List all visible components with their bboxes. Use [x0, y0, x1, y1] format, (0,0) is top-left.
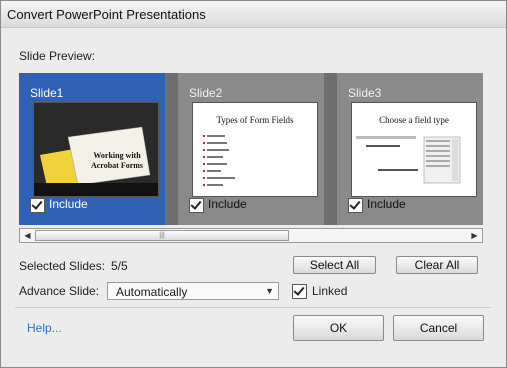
slide-preview-image: Types of Form Fields [192, 102, 318, 197]
slide-thumbnail-1[interactable]: Slide1 Working with Acrobat Forms Includ… [19, 73, 165, 225]
dialog-title: Convert PowerPoint Presentations [7, 7, 206, 22]
include-checkbox[interactable] [189, 198, 204, 213]
slide-name: Slide1 [30, 86, 64, 100]
select-all-button[interactable]: Select All [293, 256, 376, 274]
slide-3-artwork [356, 136, 461, 184]
advance-slide-value: Automatically [116, 285, 188, 299]
slide-bullets-graphic [203, 135, 235, 186]
clear-all-button[interactable]: Clear All [396, 256, 478, 274]
slide-preview-image: Choose a field type [351, 102, 477, 197]
include-label: Include [208, 197, 247, 211]
footer-divider [15, 307, 491, 308]
title-bar[interactable]: Convert PowerPoint Presentations [1, 1, 506, 28]
slide-name: Slide2 [189, 86, 223, 100]
slide-horizontal-scrollbar[interactable]: ◀ ||| ▶ [19, 228, 483, 243]
include-label: Include [367, 197, 406, 211]
slide-heading: Types of Form Fields [216, 115, 294, 125]
scroll-right-icon[interactable]: ▶ [467, 229, 482, 242]
slide-name: Slide3 [348, 86, 382, 100]
slide-thumbnail-2[interactable]: Slide2 Types of Form Fields Include [178, 73, 324, 225]
slide-preview-image: Working with Acrobat Forms [33, 102, 159, 197]
slide-1-artwork [34, 103, 158, 196]
slide-thumbnail-3[interactable]: Slide3 Choose a field type Include [337, 73, 483, 225]
cancel-button[interactable]: Cancel [393, 315, 484, 341]
include-label: Include [49, 197, 88, 211]
include-checkbox[interactable] [348, 198, 363, 213]
linked-label: Linked [312, 284, 348, 298]
dialog-window: Convert PowerPoint Presentations Slide P… [0, 0, 507, 368]
scroll-left-icon[interactable]: ◀ [20, 229, 35, 242]
help-link[interactable]: Help... [27, 321, 62, 335]
selected-slides-label: Selected Slides: [19, 259, 106, 273]
selected-slides-value: 5/5 [111, 259, 128, 273]
advance-slide-label: Advance Slide: [19, 284, 100, 298]
chevron-down-icon[interactable]: ▼ [265, 286, 274, 296]
ok-button[interactable]: OK [293, 315, 384, 341]
slide-preview-label: Slide Preview: [19, 49, 96, 63]
include-checkbox[interactable] [30, 198, 45, 213]
scroll-thumb[interactable]: ||| [35, 230, 289, 241]
slide-preview-strip: Slide1 Working with Acrobat Forms Includ… [19, 73, 483, 225]
linked-checkbox[interactable] [292, 284, 307, 299]
advance-slide-dropdown[interactable]: Automatically ▼ [107, 282, 279, 300]
slide-heading: Working with Acrobat Forms [90, 151, 144, 170]
